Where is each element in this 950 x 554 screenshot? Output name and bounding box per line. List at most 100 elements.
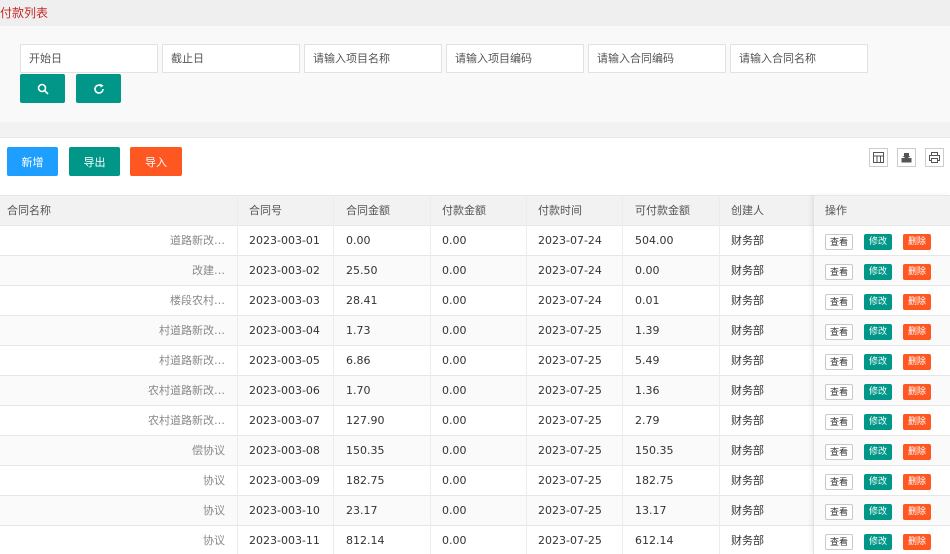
export-file-button[interactable]	[897, 148, 916, 167]
print-button[interactable]	[925, 148, 944, 167]
cell-contract-no: 2023-003-10	[249, 504, 320, 517]
cell-available-amount: 0.01	[635, 294, 660, 307]
cell-contract-name: 村道路新改…	[159, 354, 225, 367]
cell-contract-name: 村道路新改…	[159, 324, 225, 337]
cell-contract-amount: 25.50	[346, 264, 378, 277]
cell-available-amount: 1.36	[635, 384, 660, 397]
cell-creator: 财务部	[731, 444, 764, 457]
cell-paid-amount: 0.00	[442, 354, 467, 367]
add-button[interactable]: 新增	[7, 147, 58, 176]
cell-creator: 财务部	[731, 504, 764, 517]
contract-code-input[interactable]: 请输入合同编码	[588, 44, 726, 73]
cell-contract-no: 2023-003-07	[249, 414, 320, 427]
cell-payment-date: 2023-07-25	[538, 354, 602, 367]
export-button[interactable]: 导出	[69, 147, 120, 176]
cell-creator: 财务部	[731, 474, 764, 487]
search-icon	[37, 83, 49, 95]
cell-creator: 财务部	[731, 354, 764, 367]
table-row[interactable]: 协议 2023-003-09 182.75 0.00 2023-07-25 182.75 财…	[0, 466, 950, 496]
cell-contract-amount: 6.86	[346, 354, 371, 367]
header-contract-name[interactable]: 合同名称	[7, 196, 227, 226]
end-date-input[interactable]: 截止日	[162, 44, 300, 73]
cell-contract-name: 道路新改…	[170, 234, 225, 247]
cell-paid-amount: 0.00	[442, 534, 467, 547]
cell-contract-name: 协议	[203, 474, 225, 487]
column-divider	[333, 195, 334, 554]
table-row[interactable]: 改建… 2023-003-02 25.50 0.00 2023-07-24 0.00 财务部…	[0, 256, 950, 286]
cell-paid-amount: 0.00	[442, 234, 467, 247]
cell-paid-amount: 0.00	[442, 474, 467, 487]
refresh-icon	[93, 83, 104, 94]
cell-contract-amount: 182.75	[346, 474, 385, 487]
cell-paid-amount: 0.00	[442, 444, 467, 457]
cell-creator: 财务部	[731, 384, 764, 397]
table-row[interactable]: 协议 2023-003-10 23.17 0.00 2023-07-25 13.17 财务部…	[0, 496, 950, 526]
start-date-input[interactable]: 开始日	[20, 44, 158, 73]
table-row[interactable]: 楼段农村… 2023-003-03 28.41 0.00 2023-07-24 0.01 财…	[0, 286, 950, 316]
search-button[interactable]	[20, 74, 65, 103]
cell-contract-no: 2023-003-02	[249, 264, 320, 277]
cell-payment-date: 2023-07-24	[538, 294, 602, 307]
table-row[interactable]: 农村道路新改… 2023-003-06 1.70 0.00 2023-07-25 1.36…	[0, 376, 950, 406]
cell-creator: 财务部	[731, 414, 764, 427]
cell-payment-date: 2023-07-25	[538, 504, 602, 517]
cell-contract-name: 协议	[203, 504, 225, 517]
cell-contract-name: 楼段农村…	[170, 294, 225, 307]
header-paid-amount[interactable]: 付款金额	[442, 196, 522, 226]
header-contract-no[interactable]: 合同号	[249, 196, 329, 226]
table-row[interactable]: 村道路新改… 2023-003-05 6.86 0.00 2023-07-25 5.49 财…	[0, 346, 950, 376]
cell-contract-no: 2023-003-04	[249, 324, 320, 337]
table-row[interactable]: 道路新改… 2023-003-01 0.00 0.00 2023-07-24 504.00…	[0, 226, 950, 256]
payment-table: 合同名称 合同号 合同金额 付款金额 付款时间 可付款金额 创建人 操作 道路新…	[0, 195, 950, 554]
cell-payment-date: 2023-07-25	[538, 384, 602, 397]
project-name-input[interactable]: 请输入项目名称	[304, 44, 442, 73]
cell-available-amount: 1.39	[635, 324, 660, 337]
cell-contract-name: 协议	[203, 534, 225, 547]
cell-contract-no: 2023-003-08	[249, 444, 320, 457]
table-row[interactable]: 协议 2023-003-11 812.14 0.00 2023-07-25 612.14 财…	[0, 526, 950, 554]
cell-paid-amount: 0.00	[442, 264, 467, 277]
cell-contract-name: 农村道路新改…	[148, 414, 225, 427]
cell-contract-amount: 0.00	[346, 234, 371, 247]
table-row[interactable]: 偿协议 2023-003-08 150.35 0.00 2023-07-25 150.35…	[0, 436, 950, 466]
import-button[interactable]: 导入	[130, 147, 182, 176]
cell-paid-amount: 0.00	[442, 294, 467, 307]
cell-payment-date: 2023-07-24	[538, 234, 602, 247]
table-row[interactable]: 村道路新改… 2023-003-04 1.73 0.00 2023-07-25 1.39 财…	[0, 316, 950, 346]
cell-paid-amount: 0.00	[442, 504, 467, 517]
table-row[interactable]: 农村道路新改… 2023-003-07 127.90 0.00 2023-07-25 2.…	[0, 406, 950, 436]
column-divider	[237, 195, 238, 554]
header-contract-amount[interactable]: 合同金额	[346, 196, 426, 226]
cell-contract-amount: 1.70	[346, 384, 371, 397]
cell-creator: 财务部	[731, 294, 764, 307]
cell-contract-no: 2023-003-11	[249, 534, 320, 547]
table-header: 合同名称 合同号 合同金额 付款金额 付款时间 可付款金额 创建人 操作	[0, 195, 950, 226]
cell-payment-date: 2023-07-25	[538, 474, 602, 487]
actions-column-fixed	[813, 195, 950, 554]
header-payment-date[interactable]: 付款时间	[538, 196, 618, 226]
cell-payment-date: 2023-07-24	[538, 264, 602, 277]
column-divider	[622, 195, 623, 554]
filter-panel: 开始日 截止日 请输入项目名称 请输入项目编码 请输入合同编码 请输入合同名称	[0, 26, 950, 122]
contract-name-input[interactable]: 请输入合同名称	[730, 44, 868, 73]
cell-contract-amount: 1.73	[346, 324, 371, 337]
cell-contract-name: 农村道路新改…	[148, 384, 225, 397]
title-bar: 付款列表	[0, 0, 950, 26]
download-icon	[901, 153, 912, 163]
page-title: 付款列表	[0, 6, 49, 20]
cell-contract-amount: 127.90	[346, 414, 385, 427]
header-creator[interactable]: 创建人	[731, 196, 801, 226]
header-available-amount[interactable]: 可付款金额	[635, 196, 715, 226]
cell-payment-date: 2023-07-25	[538, 414, 602, 427]
columns-icon	[873, 152, 884, 163]
refresh-button[interactable]	[76, 74, 121, 103]
cell-creator: 财务部	[731, 534, 764, 547]
cell-paid-amount: 0.00	[442, 324, 467, 337]
cell-contract-amount: 150.35	[346, 444, 385, 457]
cell-available-amount: 0.00	[635, 264, 660, 277]
columns-toggle-button[interactable]	[869, 148, 888, 167]
cell-payment-date: 2023-07-25	[538, 324, 602, 337]
cell-contract-no: 2023-003-06	[249, 384, 320, 397]
project-code-input[interactable]: 请输入项目编码	[446, 44, 584, 73]
cell-contract-no: 2023-003-01	[249, 234, 320, 247]
